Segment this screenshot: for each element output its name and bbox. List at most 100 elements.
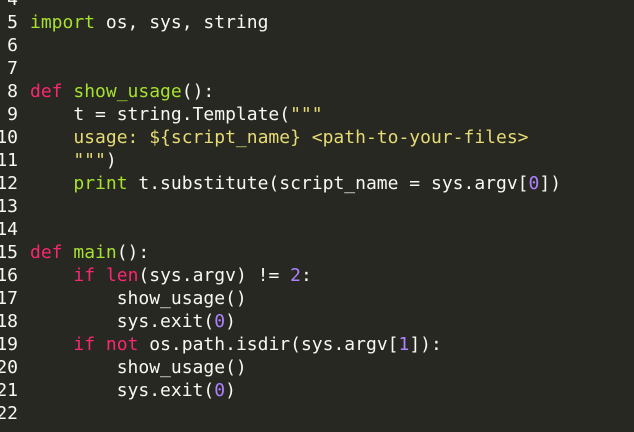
line-number: 14 xyxy=(0,218,18,240)
code-line[interactable]: 5 import os, sys, string xyxy=(0,11,634,34)
line-number-gutter: 13 xyxy=(0,195,18,218)
line-code[interactable]: if not os.path.isdir(sys.argv[1]): xyxy=(18,333,634,356)
code-line[interactable]: 13 xyxy=(0,195,634,218)
code-line[interactable]: 22 xyxy=(0,402,634,425)
line-code[interactable]: def show_usage(): xyxy=(18,80,634,103)
line-code[interactable] xyxy=(18,34,634,57)
code-line[interactable]: 18 sys.exit(0) xyxy=(0,310,634,333)
line-number-gutter: 19 xyxy=(0,333,18,356)
code-line[interactable]: 15 def main(): xyxy=(0,241,634,264)
code-token-number: 0 xyxy=(214,379,226,401)
code-line[interactable]: 4 xyxy=(0,0,634,11)
code-token-builtin: len xyxy=(105,264,139,286)
line-number-gutter: 11 xyxy=(0,149,18,172)
line-number-gutter: 17 xyxy=(0,287,18,310)
line-number: 19 xyxy=(0,333,18,355)
line-code[interactable] xyxy=(18,0,634,11)
code-line[interactable]: 9 t = string.Template(""" xyxy=(0,103,634,126)
code-token-plain: sys.exit( xyxy=(30,310,215,332)
line-number: 22 xyxy=(0,402,18,424)
line-code[interactable] xyxy=(18,57,634,80)
line-number: 21 xyxy=(0,379,18,401)
line-number-gutter: 8 xyxy=(0,80,18,103)
code-token-plain: show_usage() xyxy=(30,287,247,309)
code-editor[interactable]: 45import os, sys, string678def show_usag… xyxy=(0,0,634,432)
code-token-plain: sys.exit( xyxy=(30,379,215,401)
code-lines[interactable]: 45import os, sys, string678def show_usag… xyxy=(0,0,634,425)
line-number-gutter: 7 xyxy=(0,57,18,80)
code-token-keyword: if xyxy=(73,264,96,286)
code-line[interactable]: 21 sys.exit(0) xyxy=(0,379,634,402)
code-token-func: show_usage xyxy=(73,80,182,102)
code-token-plain: : xyxy=(300,264,312,286)
code-token-plain: (sys.argv) != xyxy=(138,264,291,286)
code-line[interactable]: 7 xyxy=(0,57,634,80)
code-token-plain: show_usage() xyxy=(30,356,247,378)
line-number: 17 xyxy=(0,287,18,309)
line-code[interactable]: print t.substitute(script_name = sys.arg… xyxy=(18,172,634,195)
line-number: 8 xyxy=(7,80,18,102)
line-number: 10 xyxy=(0,126,18,148)
line-number-gutter: 6 xyxy=(0,34,18,57)
line-number: 7 xyxy=(7,57,18,79)
code-token-string: """ xyxy=(30,149,106,171)
code-token-plain: (): xyxy=(116,241,150,263)
code-line[interactable]: 8 def show_usage(): xyxy=(0,80,634,103)
line-code[interactable] xyxy=(18,218,634,241)
line-code[interactable]: sys.exit(0) xyxy=(18,379,634,402)
code-token-number: 0 xyxy=(528,172,540,194)
line-code[interactable] xyxy=(18,402,634,425)
line-number-gutter: 16 xyxy=(0,264,18,287)
line-code[interactable]: import os, sys, string xyxy=(18,11,634,34)
line-code[interactable]: t = string.Template(""" xyxy=(18,103,634,126)
line-number-gutter: 14 xyxy=(0,218,18,241)
code-token-plain: (): xyxy=(181,80,215,102)
line-number-gutter: 4 xyxy=(0,0,18,11)
line-code[interactable]: """) xyxy=(18,149,634,172)
line-code[interactable]: show_usage() xyxy=(18,287,634,310)
code-token-plain: t.substitute(script_name = sys.argv[ xyxy=(127,172,529,194)
line-code[interactable]: usage: ${script_name} <path-to-your-file… xyxy=(18,126,634,149)
code-line[interactable]: 16 if len(sys.argv) != 2: xyxy=(0,264,634,287)
code-token-string: usage: ${script_name} <path-to-your-file… xyxy=(30,126,529,148)
code-token-keyword: def xyxy=(30,80,63,102)
code-token-func: print xyxy=(73,172,128,194)
code-line[interactable]: 20 show_usage() xyxy=(0,356,634,379)
code-token-number: 0 xyxy=(214,310,226,332)
code-line[interactable]: 12 print t.substitute(script_name = sys.… xyxy=(0,172,634,195)
line-code[interactable]: def main(): xyxy=(18,241,634,264)
code-token-number: 1 xyxy=(398,333,410,355)
line-number: 9 xyxy=(7,103,18,125)
line-number-gutter: 15 xyxy=(0,241,18,264)
code-token-plain: ]) xyxy=(539,172,562,194)
line-number: 18 xyxy=(0,310,18,332)
code-line[interactable]: 6 xyxy=(0,34,634,57)
line-code[interactable]: if len(sys.argv) != 2: xyxy=(18,264,634,287)
code-line[interactable]: 17 show_usage() xyxy=(0,287,634,310)
line-code[interactable]: sys.exit(0) xyxy=(18,310,634,333)
line-number: 5 xyxy=(7,11,18,33)
code-line[interactable]: 10 usage: ${script_name} <path-to-your-f… xyxy=(0,126,634,149)
code-token-plain: ) xyxy=(225,379,236,401)
line-number-gutter: 9 xyxy=(0,103,18,126)
line-number: 20 xyxy=(0,356,18,378)
line-number: 15 xyxy=(0,241,18,263)
code-token-number: 2 xyxy=(290,264,301,286)
line-code[interactable]: show_usage() xyxy=(18,356,634,379)
line-number-gutter: 12 xyxy=(0,172,18,195)
line-code[interactable] xyxy=(18,195,634,218)
code-token-keyword: def xyxy=(30,241,63,263)
line-number-gutter: 18 xyxy=(0,310,18,333)
code-token-plain: os, sys, string xyxy=(95,11,269,33)
code-line[interactable]: 19 if not os.path.isdir(sys.argv[1]): xyxy=(0,333,634,356)
line-number-gutter: 10 xyxy=(0,126,18,149)
code-line[interactable]: 14 xyxy=(0,218,634,241)
code-token-plain: os.path.isdir(sys.argv[ xyxy=(138,333,399,355)
code-line[interactable]: 11 """) xyxy=(0,149,634,172)
